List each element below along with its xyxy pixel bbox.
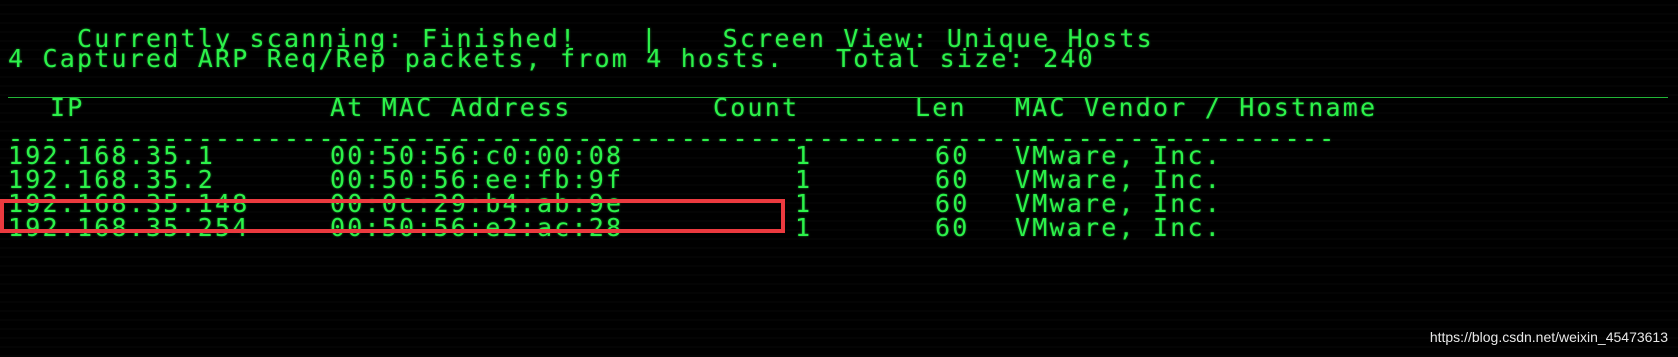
row-len: 60 xyxy=(935,213,970,242)
highlight-box xyxy=(0,199,785,233)
header-ip: IP xyxy=(50,93,85,122)
row-vendor: VMware, Inc. xyxy=(1015,213,1223,242)
header-count: Count xyxy=(713,93,800,122)
header-mac: At MAC Address xyxy=(330,93,572,122)
header-vendor: MAC Vendor / Hostname xyxy=(1015,93,1378,122)
header-divider: ----------------------------------------… xyxy=(8,126,1337,152)
terminal-window[interactable]: Currently scanning: Finished! | Screen Vie… xyxy=(0,0,1678,357)
header-len: Len xyxy=(915,93,967,122)
row-count: 1 xyxy=(795,213,813,242)
table-top-rule xyxy=(8,97,1668,98)
capture-summary: 4 Captured ARP Req/Rep packets, from 4 h… xyxy=(8,44,1095,73)
watermark: https://blog.csdn.net/weixin_45473613 xyxy=(1429,329,1668,345)
